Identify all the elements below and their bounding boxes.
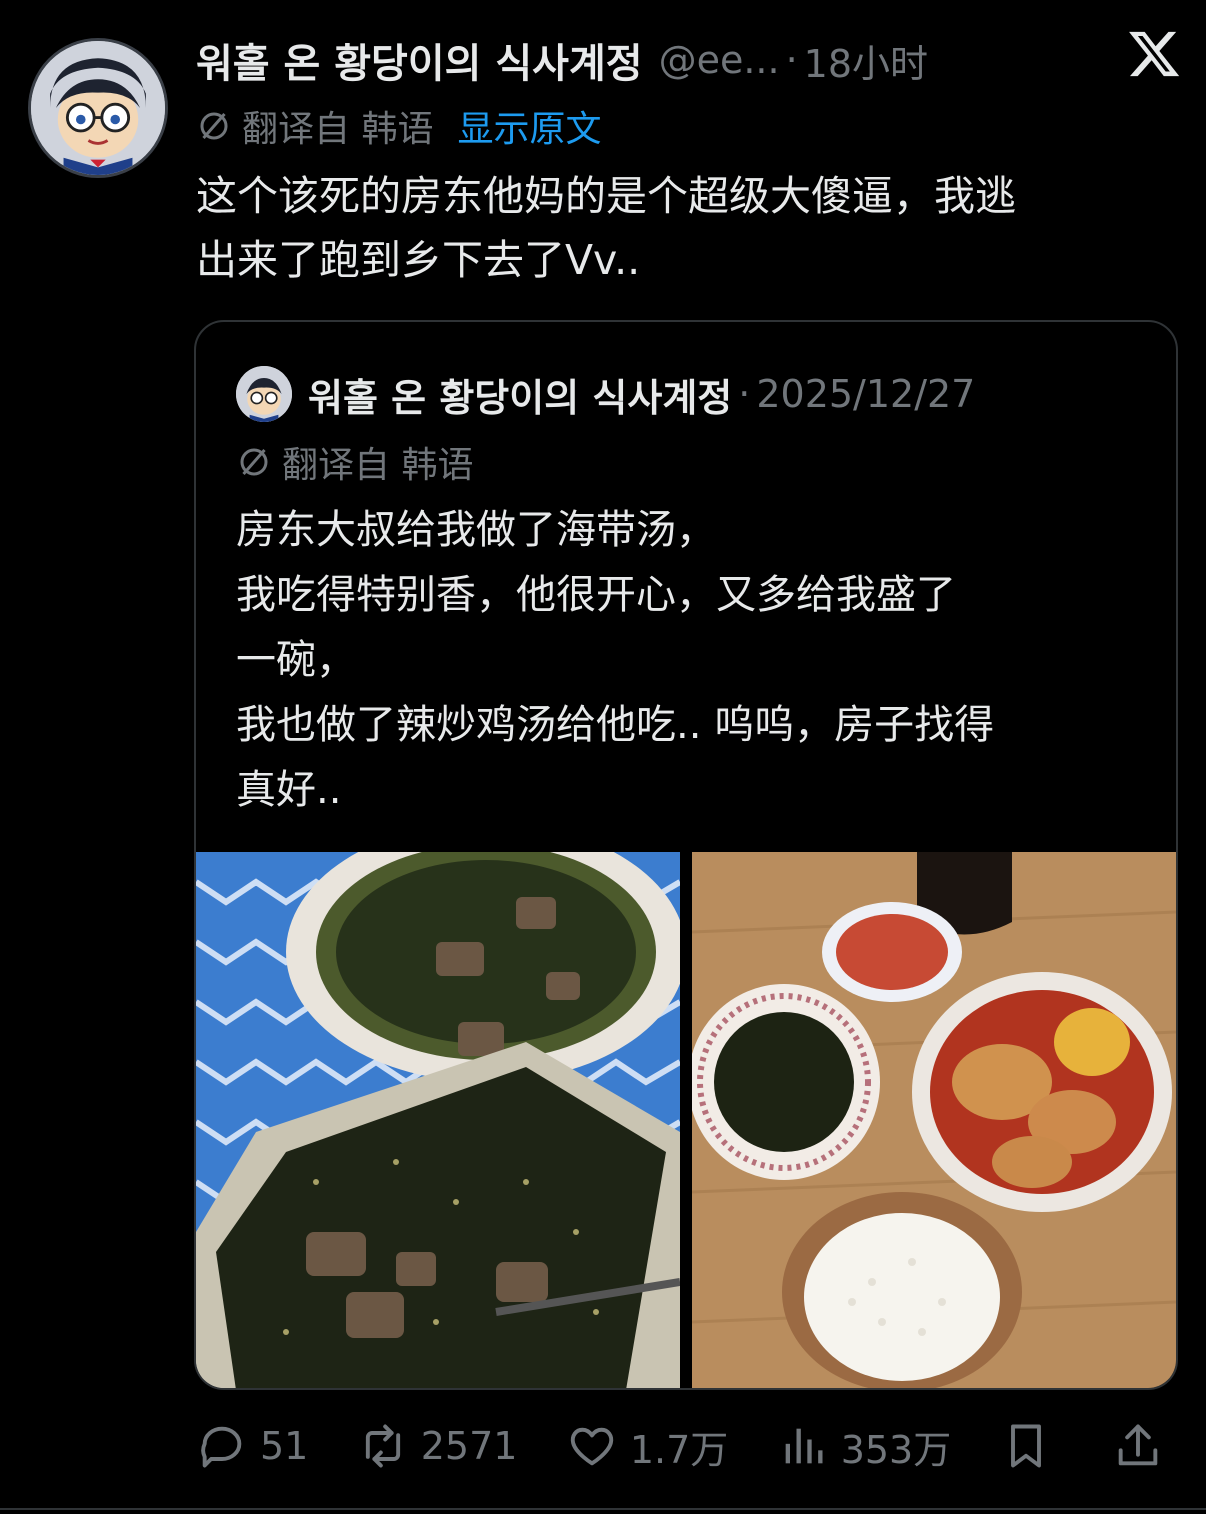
quoted-date: 2025/12/27 bbox=[756, 372, 976, 416]
quoted-avatar bbox=[236, 366, 292, 422]
quoted-translation-row: 翻译自 韩语 bbox=[236, 438, 473, 486]
photo-grid bbox=[196, 852, 1176, 1388]
repost-icon bbox=[365, 1424, 400, 1468]
views-button[interactable]: 353万 bbox=[777, 1419, 952, 1474]
quoted-text-line: 我也做了辣炒鸡汤给他吃.. 呜呜，房子找得 bbox=[236, 702, 995, 748]
quoted-text-line: 一碗， bbox=[236, 637, 356, 683]
quoted-post[interactable]: 워홀 온 황당이의 식사계정 · 2025/12/27 翻译自 韩语 房东大叔给… bbox=[194, 320, 1178, 1390]
avatar[interactable] bbox=[28, 38, 168, 178]
reply-count: 51 bbox=[260, 1424, 309, 1468]
post-text: 这个该死的房东他妈的是个超级大傻逼，我逃 出来了跑到乡下去了Vv.. bbox=[196, 164, 1176, 292]
display-name[interactable]: 워홀 온 황당이의 식사계정 bbox=[196, 31, 643, 89]
quoted-text-line: 我吃得特别香，他很开心，又多给我盛了 bbox=[236, 572, 956, 618]
photo-meal-table[interactable] bbox=[692, 852, 1176, 1388]
reply-icon bbox=[201, 1426, 242, 1468]
repost-count: 2571 bbox=[420, 1424, 518, 1468]
quoted-display-name: 워홀 온 황당이의 식사계정 bbox=[308, 375, 733, 420]
action-bar: 51 2571 1.7万 353万 bbox=[196, 1416, 1176, 1476]
translated-from-label: 翻译自 韩语 bbox=[282, 445, 474, 486]
post-header: 워홀 온 황당이의 식사계정 @ee... · 18小时 bbox=[196, 30, 1186, 90]
quoted-text: 房东大叔给我做了海带汤， 我吃得特别香，他很开心，又多给我盛了 一碗， 我也做了… bbox=[236, 498, 1146, 823]
seaweed-soup-image bbox=[196, 852, 680, 1388]
photo-seaweed-soup[interactable] bbox=[196, 852, 680, 1388]
post-time[interactable]: 18小时 bbox=[804, 33, 928, 88]
like-button[interactable]: 1.7万 bbox=[566, 1419, 728, 1474]
bar-chart-icon bbox=[785, 1428, 823, 1464]
post-text-line: 出来了跑到乡下去了Vv.. bbox=[196, 236, 641, 284]
not-equal-icon bbox=[200, 112, 228, 140]
avatar-cartoon-icon bbox=[31, 41, 165, 175]
avatar-cartoon-icon bbox=[236, 366, 292, 422]
like-count: 1.7万 bbox=[629, 1427, 729, 1472]
bookmark-icon bbox=[1010, 1424, 1041, 1468]
separator-dot: · bbox=[785, 38, 798, 82]
reply-button[interactable]: 51 bbox=[196, 1420, 308, 1472]
share-icon bbox=[1118, 1424, 1158, 1466]
heart-icon bbox=[570, 1427, 614, 1466]
share-button[interactable] bbox=[1112, 1420, 1176, 1472]
view-count: 353万 bbox=[840, 1427, 952, 1472]
repost-button[interactable]: 2571 bbox=[357, 1420, 518, 1472]
quoted-text-line: 真好.. bbox=[236, 767, 342, 813]
post-text-line: 这个该死的房东他妈的是个超级大傻逼，我逃 bbox=[196, 172, 1016, 220]
meal-table-image bbox=[692, 852, 1176, 1388]
quoted-text-line: 房东大叔给我做了海带汤， bbox=[236, 507, 716, 553]
separator-dot: · bbox=[738, 372, 751, 416]
translated-from-label: 翻译自 韩语 bbox=[242, 109, 434, 150]
translation-row: 翻译自 韩语 显示原文 bbox=[196, 102, 601, 150]
quoted-header: 워홀 온 황당이의 식사계정 · 2025/12/27 bbox=[308, 362, 975, 426]
handle[interactable]: @ee... bbox=[659, 38, 780, 82]
not-equal-icon bbox=[240, 448, 268, 476]
divider bbox=[0, 1508, 1206, 1510]
x-logo-icon[interactable] bbox=[1126, 26, 1182, 82]
bookmark-button[interactable] bbox=[1000, 1420, 1064, 1472]
show-original-link[interactable]: 显示原文 bbox=[457, 100, 601, 152]
